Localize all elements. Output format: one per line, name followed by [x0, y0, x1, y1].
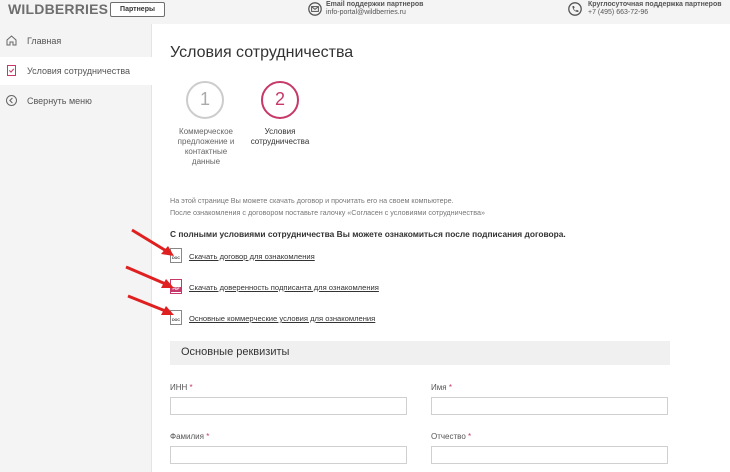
- annotation-arrow-icon: [127, 294, 174, 315]
- surname-input[interactable]: [170, 446, 407, 464]
- sidebar-item-home[interactable]: Главная: [0, 27, 152, 55]
- step-label-line: предложение и: [177, 137, 235, 146]
- annotation-arrow-icon: [125, 265, 174, 288]
- email-support: Email поддержки партнеров info-portal@wi…: [326, 1, 423, 17]
- phone-icon: [568, 2, 582, 16]
- sidebar-item-collapse[interactable]: Свернуть меню: [0, 87, 152, 115]
- email-support-value[interactable]: info-portal@wildberries.ru: [326, 9, 423, 17]
- required-mark: *: [206, 432, 210, 441]
- required-mark: *: [189, 383, 193, 392]
- surname-label: Фамилия *: [170, 432, 209, 441]
- field-label-text: Имя: [431, 383, 447, 392]
- phone-support-value[interactable]: +7 (495) 663-72-96: [588, 9, 722, 17]
- top-header: WILDBERRIES Партнеры Email поддержки пар…: [0, 0, 730, 20]
- sidebar-item-label: Свернуть меню: [27, 96, 92, 106]
- requisites-section-header: Основные реквизиты: [170, 341, 670, 365]
- step-label-line: контактные: [184, 147, 228, 156]
- step-label-line: сотрудничества: [250, 137, 310, 146]
- info-text-line-2: После ознакомления с договором поставьте…: [170, 208, 485, 217]
- patronymic-label: Отчество *: [431, 432, 471, 441]
- checklist-icon: [7, 65, 16, 76]
- step-label-line: данные: [191, 157, 221, 166]
- annotation-arrow-icon: [131, 228, 174, 256]
- sidebar-item-label: Главная: [27, 36, 62, 46]
- step-1-circle[interactable]: 1: [186, 81, 224, 119]
- required-mark: *: [448, 383, 452, 392]
- field-label-text: Отчество: [431, 432, 466, 441]
- chevron-left-icon: [6, 95, 17, 106]
- download-contract-link[interactable]: Скачать договор для ознакомления: [189, 252, 315, 261]
- sidebar-item-label: Условия сотрудничества: [27, 66, 131, 76]
- download-power-of-attorney-link[interactable]: Скачать доверенность подписанта для озна…: [189, 283, 379, 292]
- inn-input[interactable]: [170, 397, 407, 415]
- download-commercial-terms-link[interactable]: Основные коммерческие условия для ознако…: [189, 314, 375, 323]
- inn-label: ИНН *: [170, 383, 193, 392]
- step-label-line: Коммерческое: [179, 127, 233, 136]
- phone-support: Круглосуточная поддержка партнеров +7 (4…: [588, 1, 722, 17]
- wildberries-logo[interactable]: WILDBERRIES: [8, 1, 108, 17]
- step-2-circle[interactable]: 2: [261, 81, 299, 119]
- step-label-line: Условия: [264, 127, 296, 136]
- page-title: Условия сотрудничества: [170, 44, 354, 61]
- full-terms-notice: С полными условиями сотрудничества Вы мо…: [170, 229, 566, 239]
- first-name-label: Имя *: [431, 383, 452, 392]
- step-2-label: Условия сотрудничества: [240, 127, 320, 147]
- phone-support-label: Круглосуточная поддержка партнеров: [588, 1, 722, 8]
- main-content: Условия сотрудничества 1 Коммерческое пр…: [152, 24, 730, 472]
- section-title: Основные реквизиты: [181, 346, 290, 358]
- step-1-label: Коммерческое предложение и контактные да…: [166, 127, 246, 167]
- email-support-label: Email поддержки партнеров: [326, 1, 424, 8]
- required-mark: *: [468, 432, 472, 441]
- field-label-text: ИНН: [170, 383, 188, 392]
- patronymic-input[interactable]: [431, 446, 668, 464]
- envelope-icon: [308, 2, 322, 16]
- field-label-text: Фамилия: [170, 432, 204, 441]
- first-name-input[interactable]: [431, 397, 668, 415]
- partners-button[interactable]: Партнеры: [110, 2, 165, 17]
- home-icon: [6, 35, 17, 46]
- sidebar-item-cooperation[interactable]: Условия сотрудничества: [0, 57, 152, 85]
- info-text-line-1: На этой странице Вы можете скачать догов…: [170, 196, 454, 205]
